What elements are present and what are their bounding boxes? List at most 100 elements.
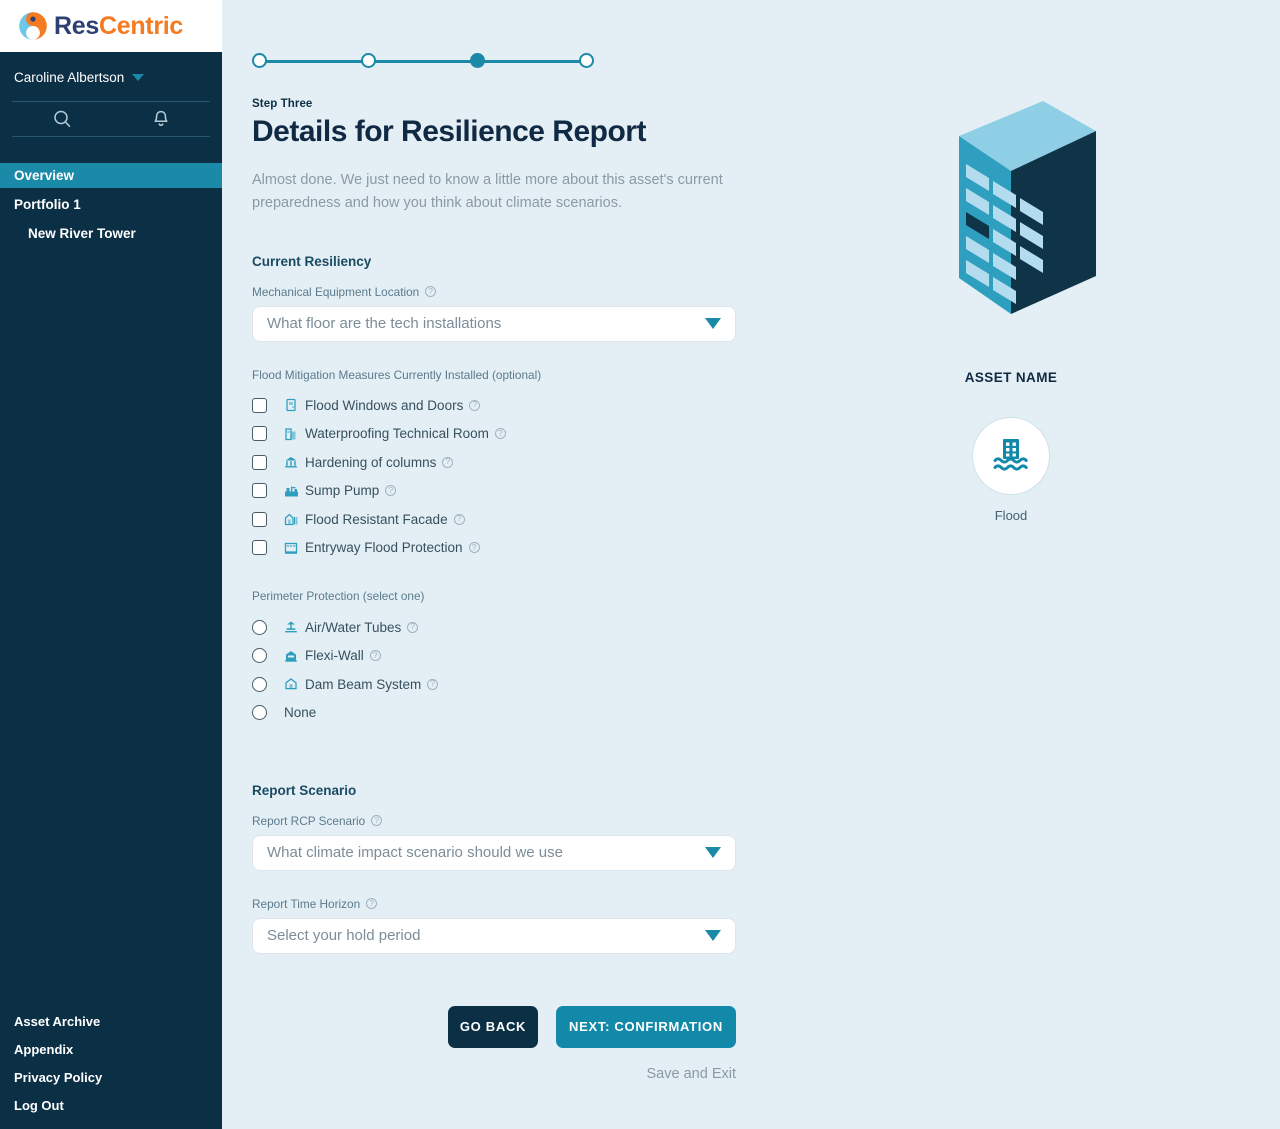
help-icon[interactable]: ?: [425, 286, 436, 297]
checkbox-label: Waterproofing Technical Room: [305, 426, 489, 441]
hazard-badge[interactable]: [972, 417, 1050, 495]
search-icon: [52, 109, 72, 129]
help-icon[interactable]: ?: [371, 815, 382, 826]
help-icon[interactable]: ?: [442, 457, 453, 468]
building-isometric-icon: [926, 96, 1096, 336]
footer-link-appendix[interactable]: Appendix: [14, 1042, 222, 1057]
radio-row-air-water-tubes[interactable]: Air/Water Tubes ?: [252, 613, 742, 642]
brand-wordmark: ResCentric: [54, 14, 183, 39]
sidebar-tool-row: [12, 101, 210, 137]
help-icon[interactable]: ?: [370, 650, 381, 661]
step-dot-1[interactable]: [252, 53, 267, 68]
radio-label: None: [284, 705, 316, 720]
rcp-scenario-select[interactable]: What climate impact scenario should we u…: [252, 835, 736, 871]
checkbox-flood-windows-and-doors[interactable]: [252, 398, 267, 413]
mechanical-equipment-placeholder: What floor are the tech installations: [267, 315, 501, 332]
page-title: Details for Resilience Report: [252, 115, 742, 149]
radio-air-water-tubes[interactable]: [252, 620, 267, 635]
sidebar-footer: Asset Archive Appendix Privacy Policy Lo…: [0, 1014, 222, 1113]
app-root: ResCentric Caroline Albertson O: [0, 0, 1280, 1129]
checkbox-hardening-of-columns[interactable]: [252, 455, 267, 470]
form-column: Step Three Details for Resilience Report…: [222, 0, 742, 1129]
radio-row-flexi-wall[interactable]: Flexi-Wall ?: [252, 641, 742, 670]
sump-pump-icon: [284, 483, 300, 499]
go-back-button[interactable]: GO BACK: [448, 1006, 538, 1048]
facade-icon: [284, 511, 300, 527]
help-icon[interactable]: ?: [407, 622, 418, 633]
sidebar-item-portfolio-1[interactable]: Portfolio 1: [0, 192, 222, 217]
step-dot-3-current[interactable]: [470, 53, 485, 68]
section-title-report-scenario: Report Scenario: [252, 783, 742, 798]
stepper-track: [259, 60, 587, 63]
help-icon[interactable]: ?: [469, 400, 480, 411]
technical-room-icon: [284, 426, 300, 442]
brand-logo[interactable]: ResCentric: [0, 0, 222, 52]
page-subtitle: Almost done. We just need to know a litt…: [252, 169, 737, 216]
search-button[interactable]: [12, 109, 111, 129]
mechanical-equipment-select[interactable]: What floor are the tech installations: [252, 306, 736, 342]
radio-label: Flexi-Wall: [305, 648, 364, 663]
radio-none[interactable]: [252, 705, 267, 720]
dam-beam-icon: [284, 676, 300, 692]
time-horizon-select[interactable]: Select your hold period: [252, 918, 736, 954]
chevron-down-icon: [705, 930, 721, 941]
main-content: Step Three Details for Resilience Report…: [222, 0, 1280, 1129]
checkbox-flood-resistant-facade[interactable]: [252, 512, 267, 527]
checkbox-row-sump-pump[interactable]: Sump Pump ?: [252, 476, 742, 505]
sidebar-nav: Overview Portfolio 1 New River Tower: [0, 163, 222, 246]
checkbox-label: Sump Pump: [305, 483, 379, 498]
user-menu[interactable]: Caroline Albertson: [0, 52, 222, 95]
sidebar-item-label: Overview: [14, 168, 74, 183]
section-title-current-resiliency: Current Resiliency: [252, 254, 742, 269]
help-icon[interactable]: ?: [385, 485, 396, 496]
next-confirmation-button[interactable]: NEXT: CONFIRMATION: [556, 1006, 736, 1048]
step-dot-2[interactable]: [361, 53, 376, 68]
mechanical-equipment-label-text: Mechanical Equipment Location: [252, 285, 419, 299]
checkbox-label: Hardening of columns: [305, 455, 436, 470]
notifications-button[interactable]: [111, 109, 210, 129]
radio-row-dam-beam-system[interactable]: Dam Beam System ?: [252, 670, 742, 699]
checkbox-waterproofing-technical-room[interactable]: [252, 426, 267, 441]
checkbox-row-entryway-flood-protection[interactable]: Entryway Flood Protection ?: [252, 533, 742, 562]
rescentric-swirl-icon: [18, 11, 48, 41]
checkbox-sump-pump[interactable]: [252, 483, 267, 498]
sidebar-item-label: New River Tower: [28, 226, 136, 241]
time-horizon-label: Report Time Horizon ?: [252, 897, 742, 911]
rcp-scenario-label-text: Report RCP Scenario: [252, 814, 365, 828]
help-icon[interactable]: ?: [469, 542, 480, 553]
checkbox-row-hardening-of-columns[interactable]: Hardening of columns ?: [252, 448, 742, 477]
step-dot-4[interactable]: [579, 53, 594, 68]
brand-wordmark-res: Res: [54, 12, 99, 40]
footer-link-asset-archive[interactable]: Asset Archive: [14, 1014, 222, 1029]
sidebar-item-label: Portfolio 1: [14, 197, 81, 212]
checkbox-row-flood-windows-and-doors[interactable]: Flood Windows and Doors ?: [252, 391, 742, 420]
help-icon[interactable]: ?: [454, 514, 465, 525]
checkbox-row-flood-resistant-facade[interactable]: Flood Resistant Facade ?: [252, 505, 742, 534]
sidebar-item-new-river-tower[interactable]: New River Tower: [0, 221, 222, 246]
asset-name-label: ASSET NAME: [965, 370, 1058, 385]
entryway-icon: [284, 540, 300, 556]
help-icon[interactable]: ?: [366, 898, 377, 909]
radio-label: Dam Beam System: [305, 677, 421, 692]
asset-preview-panel: ASSET NAME: [742, 0, 1280, 1129]
checkbox-label: Flood Windows and Doors: [305, 398, 463, 413]
step-label: Step Three: [252, 98, 742, 110]
help-icon[interactable]: ?: [495, 428, 506, 439]
air-water-tubes-icon: [284, 619, 300, 635]
radio-flexi-wall[interactable]: [252, 648, 267, 663]
form-actions: GO BACK NEXT: CONFIRMATION: [252, 1006, 742, 1048]
footer-link-privacy-policy[interactable]: Privacy Policy: [14, 1070, 222, 1085]
checkbox-row-waterproofing-technical-room[interactable]: Waterproofing Technical Room ?: [252, 419, 742, 448]
radio-label: Air/Water Tubes: [305, 620, 401, 635]
radio-dam-beam-system[interactable]: [252, 677, 267, 692]
radio-row-none[interactable]: None: [252, 698, 742, 727]
footer-link-log-out[interactable]: Log Out: [14, 1098, 222, 1113]
help-icon[interactable]: ?: [427, 679, 438, 690]
checkbox-entryway-flood-protection[interactable]: [252, 540, 267, 555]
checkbox-label: Flood Resistant Facade: [305, 512, 448, 527]
chevron-down-icon: [132, 74, 144, 81]
sidebar-item-overview[interactable]: Overview: [0, 163, 222, 188]
flood-door-icon: [284, 397, 300, 413]
rcp-scenario-placeholder: What climate impact scenario should we u…: [267, 844, 563, 861]
save-and-exit-link[interactable]: Save and Exit: [252, 1066, 736, 1082]
